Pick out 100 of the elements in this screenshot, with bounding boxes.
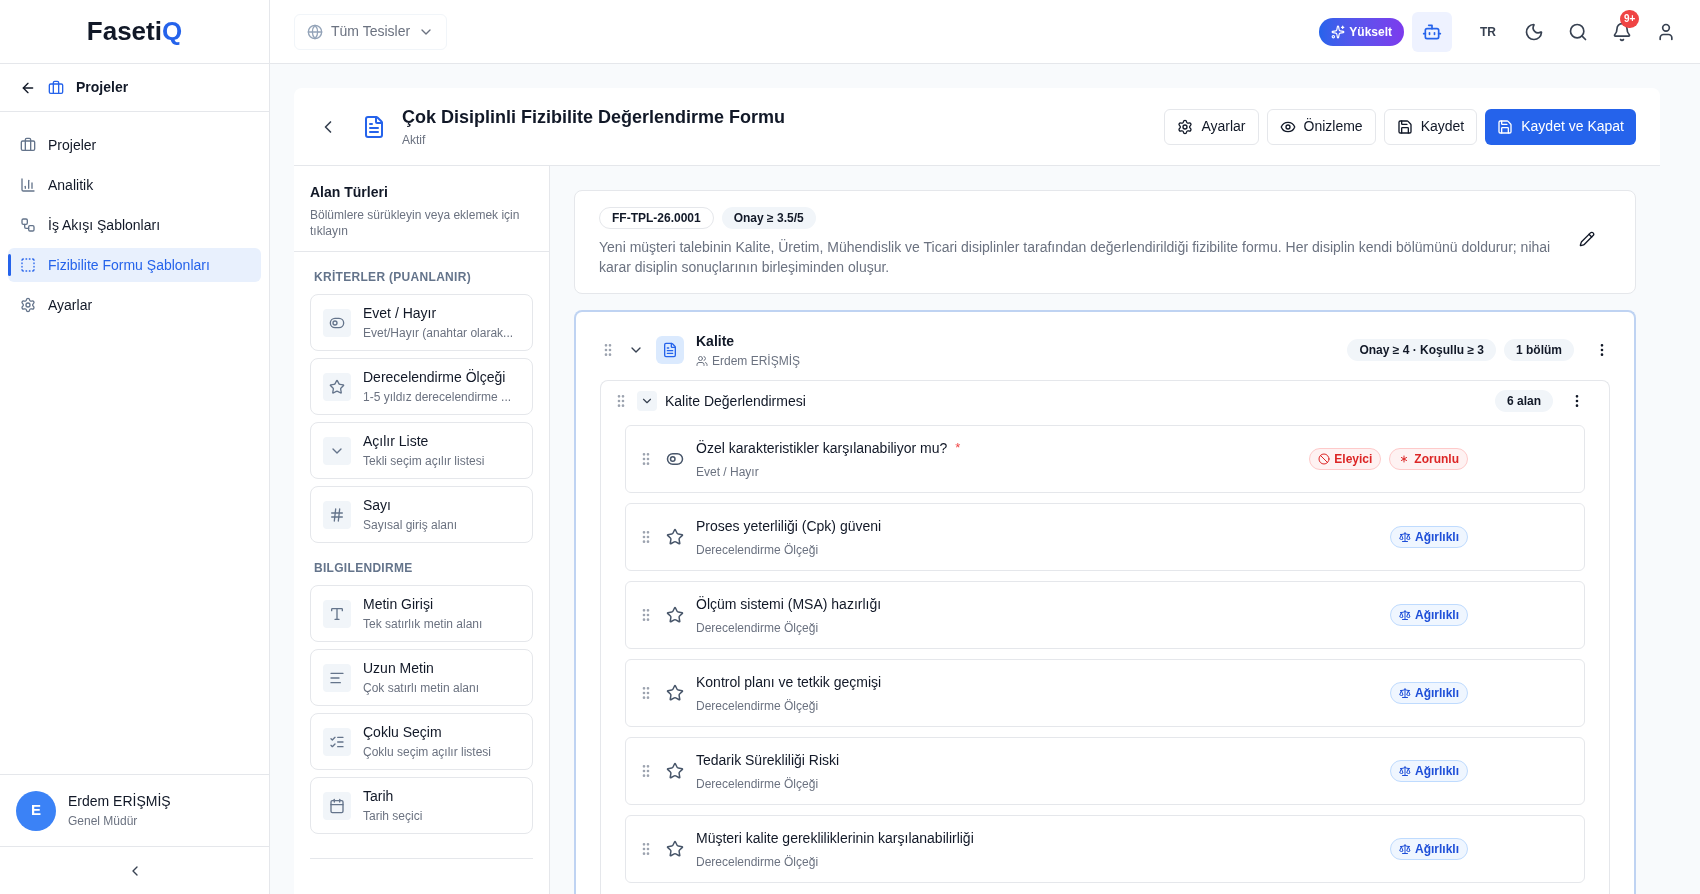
document-icon (362, 114, 386, 139)
section-title: Kalite Değerlendirmesi (665, 391, 806, 411)
field-title: Proses yeterliliği (Cpk) güveni (696, 516, 882, 536)
nav-icon (20, 137, 36, 153)
page-title: Çok Disiplinli Fizibilite Değerlendirme Formu (402, 106, 786, 129)
field-type: Derecelendirme Ölçeği (696, 853, 820, 871)
edit-icon[interactable] (1579, 231, 1595, 247)
nav-icon (20, 177, 36, 193)
required-mark: * (955, 439, 961, 458)
field-type-card[interactable]: Açılır Liste Tekli seçim açılır listesi (310, 422, 533, 479)
logo[interactable]: FasetiQ (86, 12, 183, 51)
field-type: Derecelendirme Ölçeği (696, 697, 820, 715)
chevron-icon (323, 436, 351, 465)
field-type-label: Derecelendirme Ölçeği (363, 368, 507, 387)
hash-icon (323, 500, 351, 529)
settings-icon (1177, 118, 1194, 135)
calendar-icon (323, 791, 351, 820)
assistant-button[interactable] (1412, 11, 1452, 52)
status-text: Aktif (402, 132, 427, 149)
field-type: Derecelendirme Ölçeği (696, 619, 820, 637)
group-heading: BILGILENDIRME (313, 560, 414, 577)
lines-icon (323, 663, 351, 692)
nav-icon (20, 257, 36, 273)
field-card[interactable]: Tedarik Sürekliliği Riski Derecelendirme Ölçeği Ağırlıklı (625, 737, 1585, 805)
field-type-card[interactable]: Sayı Sayısal giriş alanı (310, 486, 533, 543)
star-icon (666, 606, 684, 624)
field-type-card[interactable]: Metin Girişi Tek satırlık metin alanı (310, 585, 533, 642)
field-type: Derecelendirme Ölçeği (696, 541, 820, 559)
field-title: Özel karakteristikler karşılanabiliyor mu? (696, 438, 948, 458)
field-title: Tedarik Sürekliliği Riski (696, 750, 840, 770)
field-title: Müşteri kalite gerekliliklerinin karşılanabilirliği (696, 828, 974, 848)
field-type-description: Evet/Hayır (anahtar olarak... (363, 325, 514, 342)
field-type-card[interactable]: Derecelendirme Ölçeği 1-5 yıldız derecelendirme ... (310, 358, 533, 415)
briefcase-icon (48, 79, 64, 96)
field-card[interactable]: Kontrol planı ve tetkik geçmişi Derecelendirme Ölçeği Ağırlıklı (625, 659, 1585, 727)
group-heading: KRİTERLER (PUANLANIR) (313, 269, 472, 286)
field-type-label: Çoklu Seçim (363, 723, 443, 742)
field-type-card[interactable]: Tarih Tarih seçici (310, 777, 533, 834)
field-card[interactable]: Proses yeterliliği (Cpk) güveni Derecelendirme Ölçeği Ağırlıklı (625, 503, 1585, 571)
section-count-tag: 1 bölüm (1504, 339, 1574, 361)
bell-icon[interactable] (1612, 21, 1632, 42)
field-card[interactable]: Özel karakteristikler karşılanabiliyor mu? * Evet / Hayır Eleyici Zorunlu (625, 425, 1585, 493)
sidebar-item[interactable]: Fizibilite Formu Şablonları (8, 248, 261, 282)
checklist-icon (323, 727, 351, 756)
toolbar-button[interactable]: Kaydet ve Kapat (1485, 108, 1636, 145)
field-type-description: Tek satırlık metin alanı (363, 616, 483, 633)
save-icon (1396, 118, 1413, 135)
toolbar-button[interactable]: Önizleme (1266, 108, 1376, 145)
language-button[interactable]: TR (1468, 15, 1508, 48)
star-icon (666, 684, 684, 702)
document-icon (656, 336, 684, 364)
search-icon[interactable] (1568, 21, 1588, 42)
scale-icon (1399, 843, 1411, 855)
field-count-tag: 6 alan (1494, 390, 1553, 412)
active-indicator (8, 254, 11, 276)
upgrade-button[interactable]: Yükselt (1319, 17, 1404, 46)
field-card[interactable]: Müşteri kalite gerekliliklerinin karşılanabilirliği Derecelendirme Ölçeği Ağırlıklı (625, 815, 1585, 883)
field-type-label: Tarih (363, 787, 395, 806)
toggle-icon (666, 450, 684, 468)
field-type-description: Çok satırlı metin alanı (363, 680, 480, 697)
panel-title: Alan Türleri (310, 183, 389, 202)
field-type: Evet / Hayır (696, 463, 760, 481)
facility-select[interactable]: Tüm Tesisler (294, 13, 448, 50)
user-avatar[interactable]: E (16, 790, 56, 831)
tag: Ağırlıklı (1390, 760, 1468, 782)
notification-badge: 9+ (1620, 9, 1640, 28)
sidebar-item[interactable]: Analitik (8, 168, 261, 202)
field-type-description: Çoklu seçim açılır listesi (363, 744, 492, 761)
field-card[interactable]: Ölçüm sistemi (MSA) hazırlığı Derecelendirme Ölçeği Ağırlıklı (625, 581, 1585, 649)
users-icon (696, 354, 708, 367)
sidebar-item[interactable]: Ayarlar (8, 288, 261, 322)
back-link[interactable]: Projeler (76, 77, 129, 98)
toggle-icon (323, 308, 351, 337)
field-type: Derecelendirme Ölçeği (696, 775, 820, 793)
user-icon[interactable] (1656, 21, 1676, 42)
scale-icon (1399, 765, 1411, 777)
star-icon (666, 840, 684, 858)
sidebar-item[interactable]: İş Akışı Şablonları (8, 208, 261, 242)
field-title: Ölçüm sistemi (MSA) hazırlığı (696, 594, 882, 614)
tag: Zorunlu (1389, 448, 1468, 470)
tag: Eleyici (1309, 448, 1382, 470)
text-icon (323, 599, 351, 628)
sparkles-icon (1331, 24, 1346, 39)
nav-icon (20, 217, 36, 233)
discipline-owner: Erdem ERİŞMİŞ (712, 352, 801, 370)
field-type-card[interactable]: Uzun Metin Çok satırlı metin alanı (310, 649, 533, 706)
field-type-description: Tekli seçim açılır listesi (363, 453, 485, 470)
field-type-label: Metin Girişi (363, 595, 434, 614)
field-type-card[interactable]: Çoklu Seçim Çoklu seçim açılır listesi (310, 713, 533, 770)
moon-icon[interactable] (1524, 21, 1544, 42)
collapse-chevron-icon[interactable] (637, 391, 657, 411)
field-type-label: Sayı (363, 496, 392, 515)
globe-icon (307, 23, 323, 40)
tag: Ağırlıklı (1390, 838, 1468, 860)
sidebar-item[interactable]: Projeler (8, 128, 261, 162)
threshold-tag: Onay ≥ 4 · Koşullu ≥ 3 (1347, 339, 1496, 361)
field-type-card[interactable]: Evet / Hayır Evet/Hayır (anahtar olarak... (310, 294, 533, 351)
toolbar-button[interactable]: Kaydet (1383, 108, 1478, 145)
ban-icon (1318, 453, 1331, 465)
toolbar-button[interactable]: Ayarlar (1164, 108, 1259, 145)
